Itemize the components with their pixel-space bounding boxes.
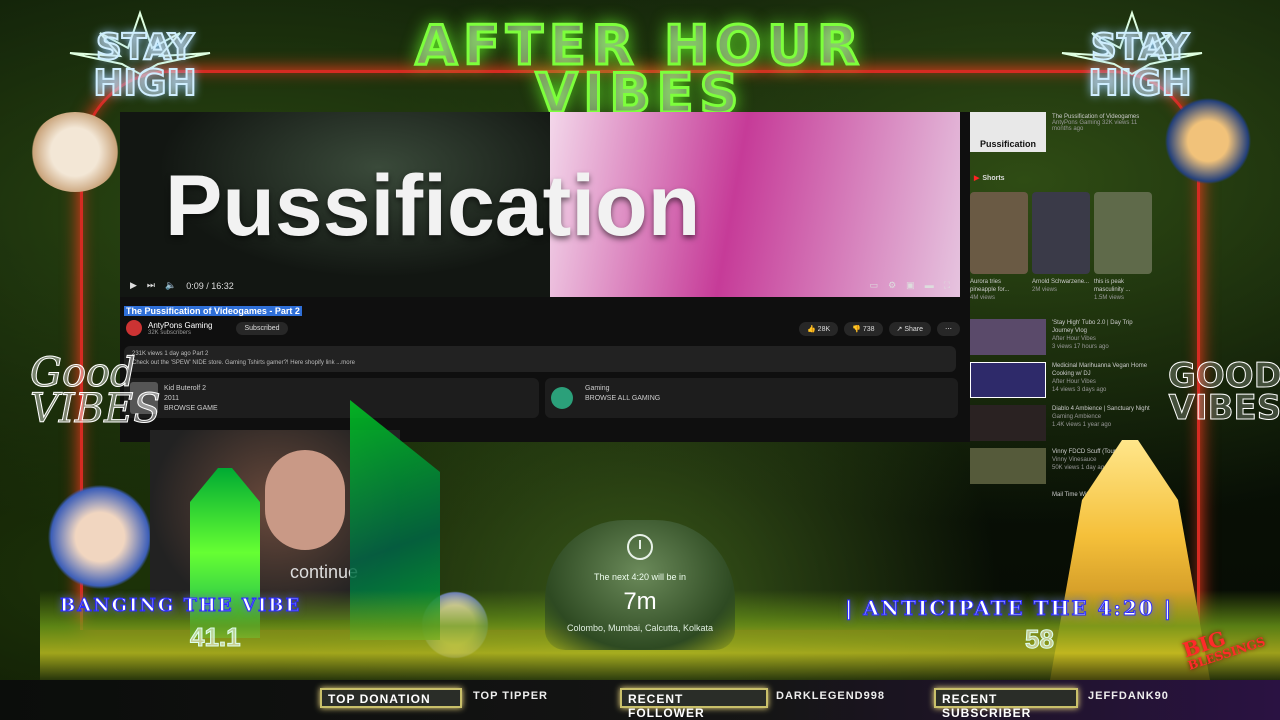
video-actions: 👍 28K 👎 738 ↗ Share ⋯ — [799, 322, 960, 336]
share-button[interactable]: ↗ Share — [888, 322, 931, 336]
video-player[interactable]: Pussification ▶ ⏭ 🔈 0:09 / 16:32 ▭ ⚙ ▣ ▬… — [120, 112, 960, 297]
play-icon[interactable]: ▶ — [130, 280, 137, 291]
channel-avatar[interactable] — [126, 320, 142, 336]
player-controls-right: ▭ ⚙ ▣ ▬ ⛶ — [870, 280, 950, 291]
next-icon[interactable]: ⏭ — [147, 280, 155, 291]
gaming-icon — [551, 387, 573, 409]
short-thumb[interactable] — [1032, 192, 1090, 274]
top-donation-label: TOP DONATION — [320, 688, 462, 708]
captions-icon[interactable]: ▭ — [870, 280, 879, 291]
countdown-cities: Colombo, Mumbai, Calcutta, Kolkata — [566, 623, 714, 633]
good-vibes-right: GOOD VIBES — [1168, 356, 1280, 428]
recent-subscriber-value: JEFFDANK90 — [1088, 690, 1169, 702]
player-controls: ▶ ⏭ 🔈 0:09 / 16:32 — [130, 280, 234, 291]
channel-row: AntyPons Gaming 32K subscribers Subscrib… — [126, 320, 288, 336]
channel-subs: 32K subscribers — [148, 329, 192, 336]
time-display: 0:09 / 16:32 — [186, 280, 234, 291]
channel-name[interactable]: AntyPons Gaming — [148, 321, 212, 330]
vibe-goal-label: BANGING THE VIBE — [59, 595, 302, 617]
volume-icon[interactable]: 🔈 — [165, 280, 176, 291]
video-title: The Pussification of Videogames - Part 2 — [124, 306, 302, 316]
cat-glasses-sticker — [30, 112, 120, 192]
settings-icon[interactable]: ⚙ — [888, 280, 896, 291]
countdown-widget: The next 4:20 will be in 7m Colombo, Mum… — [545, 520, 735, 650]
recent-follower-label: RECENT FOLLOWER — [620, 688, 768, 720]
youtube-capture: Pussification ▶ ⏭ 🔈 0:09 / 16:32 ▭ ⚙ ▣ ▬… — [120, 112, 970, 442]
recommended-video[interactable]: Medicinal Marihuanna Vegan Home Cooking … — [970, 362, 1150, 398]
video-overlay-text: Pussification — [165, 158, 701, 254]
cat-sleeping-sticker — [40, 482, 160, 592]
description-box[interactable]: 231K views 1 day ago Part 2 Check out th… — [124, 346, 956, 372]
short-thumb[interactable] — [970, 192, 1028, 274]
more-icon[interactable]: ⋯ — [937, 322, 960, 336]
countdown-caption: The next 4:20 will be in — [593, 572, 687, 582]
alarm-clock-icon — [627, 534, 653, 560]
shorts-label: Shorts — [974, 174, 1004, 182]
vibe-goal-count: 41.1 — [190, 622, 242, 653]
streamer-face — [265, 450, 345, 550]
stream-title: AFTER HOUR VIBES — [414, 14, 865, 125]
recent-follower-value: DARKLEGEND998 — [776, 690, 885, 702]
alerts-bar: TOP DONATION TOP TIPPER RECENT FOLLOWER … — [0, 680, 1280, 720]
anticipate-goal-label: | ANTICIPATE THE 4:20 | — [844, 596, 1174, 621]
short-thumb[interactable] — [1094, 192, 1152, 274]
topic-card[interactable]: Gaming BROWSE ALL GAMING — [545, 378, 958, 418]
cat-moon-sticker — [1158, 96, 1258, 186]
top-tipper-label: TOP TIPPER — [473, 690, 549, 702]
shorts-shelf: Aurora tries pineapple for... 4M views Ar… — [970, 192, 1160, 302]
sidebar-top-video[interactable]: Pussification The Pussification of Video… — [970, 112, 1160, 152]
continue-text: continue — [290, 562, 359, 582]
recent-subscriber-label: RECENT SUBSCRIBER — [934, 688, 1078, 720]
good-vibes-left: Good VIBES — [30, 350, 162, 432]
miniplayer-icon[interactable]: ▣ — [906, 280, 915, 291]
like-button[interactable]: 👍 28K — [799, 322, 839, 336]
fullscreen-icon[interactable]: ⛶ — [944, 280, 950, 291]
game-card[interactable]: Kid Buterolf 2 2011 BROWSE GAME — [124, 378, 539, 418]
countdown-value: 7m — [623, 588, 657, 615]
recommended-video[interactable]: 'Stay High' Tubo 2.0 | Day Trip Journey … — [970, 319, 1150, 355]
dislike-button[interactable]: 👎 738 — [844, 322, 883, 336]
theater-icon[interactable]: ▬ — [925, 280, 934, 291]
anticipate-goal-count: 58 — [1025, 624, 1055, 655]
recommended-video[interactable]: Diablo 4 Ambience | Sanctuary Night Gamin… — [970, 405, 1150, 441]
subscribe-button[interactable]: Subscribed — [236, 321, 288, 335]
